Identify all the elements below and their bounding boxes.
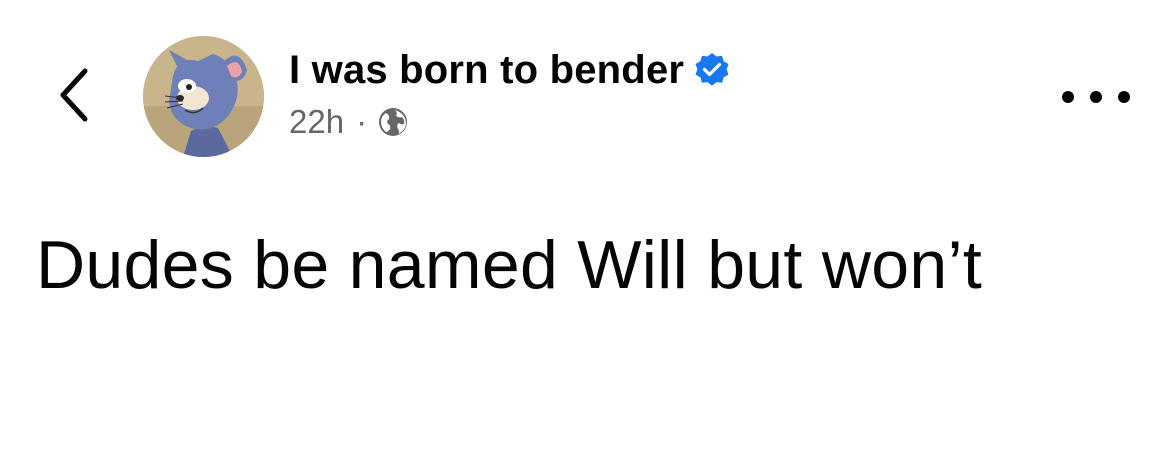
more-horizontal-icon [1062,91,1074,103]
verified-badge-icon [694,52,730,88]
post-meta: 22h · [289,100,730,144]
avatar[interactable] [143,36,264,157]
more-dot [1090,91,1102,103]
author-row: I was born to bender [289,44,730,96]
meta-separator: · [356,103,368,140]
author-name[interactable]: I was born to bender [289,48,684,93]
post-timestamp[interactable]: 22h [289,103,344,141]
more-options-button[interactable] [1062,82,1130,112]
back-button[interactable] [40,62,110,132]
post-text: Dudes be named Will but won’t [36,227,983,303]
globe-icon [377,106,409,138]
more-dot [1118,91,1130,103]
post-header: I was born to bender 22h · [289,44,730,144]
chevron-left-icon [55,65,95,130]
